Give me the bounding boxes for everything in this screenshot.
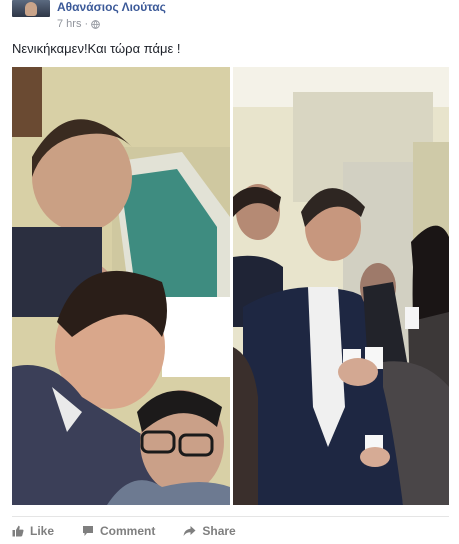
post-actions-bar: Like Comment Share xyxy=(12,522,236,540)
like-button[interactable]: Like xyxy=(12,524,54,538)
photo-selfie-left[interactable] xyxy=(12,67,230,505)
share-button[interactable]: Share xyxy=(183,524,236,538)
post-text: Νενικήκαμεν!Και τώρα πάμε ! xyxy=(12,41,181,56)
comment-button[interactable]: Comment xyxy=(82,524,155,538)
author-avatar[interactable] xyxy=(12,0,50,17)
thumbs-up-icon xyxy=(12,525,24,537)
post-card: Αθανάσιος Λιούτας 7 hrs · Νενικήκαμεν!Κα… xyxy=(0,0,459,544)
meta-separator: · xyxy=(84,18,89,30)
comment-label: Comment xyxy=(100,524,156,538)
globe-icon[interactable] xyxy=(91,20,100,29)
speech-bubble-icon xyxy=(83,526,94,536)
like-label: Like xyxy=(30,524,55,538)
share-arrow-icon xyxy=(183,526,196,536)
actions-divider xyxy=(12,516,449,517)
photo-group-right[interactable] xyxy=(233,67,449,505)
share-label: Share xyxy=(202,524,236,538)
post-meta: 7 hrs · xyxy=(57,18,100,31)
post-timestamp[interactable]: 7 hrs xyxy=(57,18,81,31)
author-name-link[interactable]: Αθανάσιος Λιούτας xyxy=(57,0,166,15)
